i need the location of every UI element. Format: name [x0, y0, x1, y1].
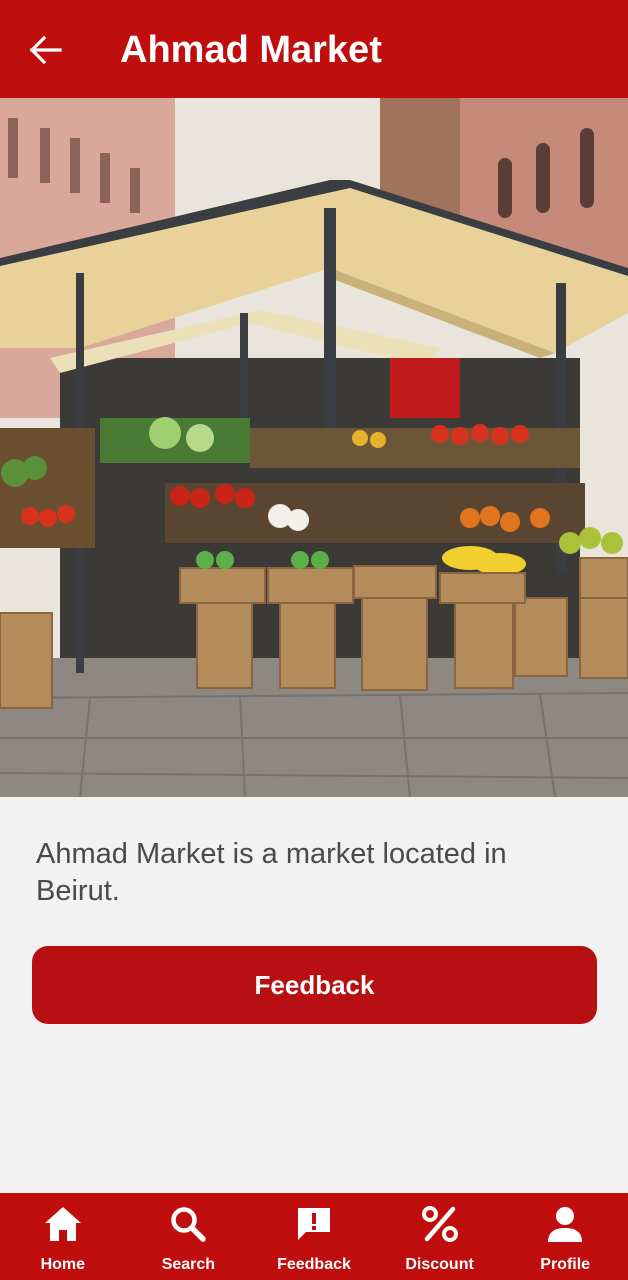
nav-item-feedback[interactable]: Feedback — [251, 1193, 377, 1280]
bottom-navigation: Home Search Feedback Discount Profile — [0, 1193, 628, 1280]
feedback-button[interactable]: Feedback — [32, 946, 597, 1024]
nav-item-discount[interactable]: Discount — [377, 1193, 503, 1280]
market-photo — [0, 98, 628, 797]
nav-label-profile: Profile — [540, 1256, 591, 1273]
nav-item-search[interactable]: Search — [126, 1193, 252, 1280]
person-icon — [544, 1203, 586, 1245]
feedback-icon — [293, 1203, 335, 1245]
back-button[interactable] — [26, 30, 66, 70]
market-description: Ahmad Market is a market located in Beir… — [36, 838, 507, 907]
nav-label-feedback: Feedback — [277, 1256, 351, 1273]
arrow-left-icon — [29, 35, 62, 65]
search-icon — [167, 1203, 209, 1245]
nav-item-profile[interactable]: Profile — [502, 1193, 628, 1280]
nav-label-discount: Discount — [405, 1256, 474, 1273]
percent-icon — [419, 1203, 461, 1245]
nav-label-home: Home — [40, 1256, 86, 1273]
nav-item-home[interactable]: Home — [0, 1193, 126, 1280]
page-title: Ahmad Market — [120, 29, 382, 71]
home-icon — [42, 1203, 84, 1245]
nav-label-search: Search — [161, 1256, 216, 1273]
app-bar: Ahmad Market — [0, 0, 628, 98]
